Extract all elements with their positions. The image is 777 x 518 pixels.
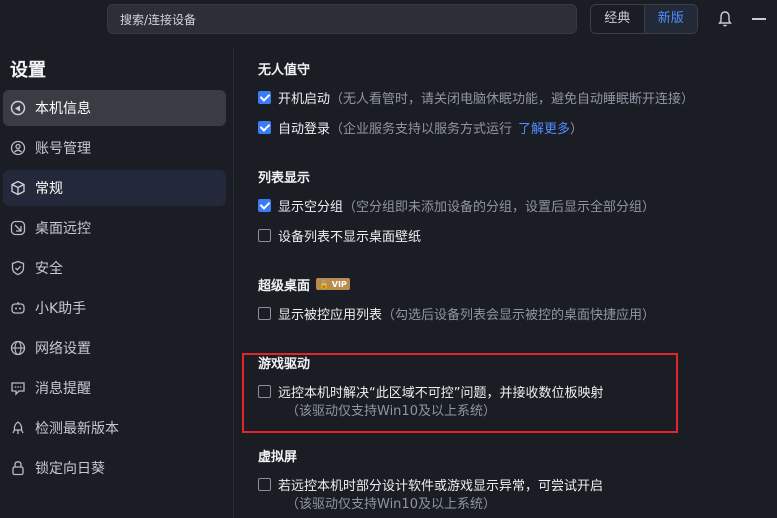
auto-login-checkbox[interactable] <box>258 120 271 134</box>
sidebar-item-label: 网络设置 <box>35 341 91 357</box>
globe-icon <box>9 339 27 357</box>
sidebar-item-label: 消息提醒 <box>35 381 91 397</box>
sidebar-item-general[interactable]: 常规 <box>3 170 226 206</box>
option-hint: （勾选后设备列表会显示被控的桌面快捷应用） <box>382 307 656 323</box>
hide-wallpaper-option[interactable]: 设备列表不显示桌面壁纸 <box>258 224 768 246</box>
section-unattended: 无人值守 开机启动 （无人看管时，请关闭电脑休眠功能，避免自动睡眠断开连接） 自… <box>258 58 768 138</box>
sidebar-item-notifications[interactable]: 消息提醒 <box>3 370 226 406</box>
settings-content: 无人值守 开机启动 （无人看管时，请关闭电脑休眠功能，避免自动睡眠断开连接） 自… <box>258 58 768 512</box>
user-icon <box>9 139 27 157</box>
section-title: 超级桌面 <box>258 278 311 294</box>
show-empty-group-option[interactable]: 显示空分组 （空分组即未添加设备的分组，设置后显示全部分组） <box>258 194 768 216</box>
sidebar-item-label: 账号管理 <box>35 141 91 157</box>
sidebar-divider <box>233 48 234 518</box>
section-title: 虚拟屏 <box>258 449 298 465</box>
bell-icon[interactable] <box>717 10 733 28</box>
update-icon <box>9 419 27 437</box>
option-hint-close: ） <box>570 121 584 137</box>
option-hint: （企业服务支持以服务方式运行 <box>330 121 513 137</box>
sidebar-item-network[interactable]: 网络设置 <box>3 330 226 366</box>
settings-title: 设置 <box>10 60 46 81</box>
section-virtual-screen: 虚拟屏 若远控本机时部分设计软件或游戏显示异常，可尝试开启 （该驱动仅支持Win… <box>258 445 768 512</box>
virtual-screen-option[interactable]: 若远控本机时部分设计软件或游戏显示异常，可尝试开启 <box>258 473 768 495</box>
message-icon <box>9 379 27 397</box>
sidebar-item-label: 桌面远控 <box>35 221 91 237</box>
sidebar-item-label: 安全 <box>35 261 63 277</box>
option-note: （该驱动仅支持Win10及以上系统） <box>286 497 496 512</box>
show-apps-checkbox[interactable] <box>258 306 271 320</box>
option-hint: （空分组即未添加设备的分组，设置后显示全部分组） <box>343 199 656 215</box>
highlight-box <box>242 353 678 433</box>
sidebar: 本机信息 账号管理 常规 桌面远控 安全 小K助手 网络设置 消息提醒 检测最新… <box>0 90 232 490</box>
section-title: 列表显示 <box>258 170 311 186</box>
cube-icon <box>9 179 27 197</box>
boot-start-option[interactable]: 开机启动 （无人看管时，请关闭电脑休眠功能，避免自动睡眠断开连接） <box>258 86 768 108</box>
sidebar-item-label: 锁定向日葵 <box>35 461 105 477</box>
robot-icon <box>9 299 27 317</box>
section-title-row: 超级桌面 🔒 VIP <box>258 274 768 294</box>
sidebar-item-account[interactable]: 账号管理 <box>3 130 226 166</box>
virtual-screen-checkbox[interactable] <box>258 477 271 491</box>
option-label: 若远控本机时部分设计软件或游戏显示异常，可尝试开启 <box>278 478 604 494</box>
option-label: 显示被控应用列表 <box>278 307 383 323</box>
sidebar-item-label: 本机信息 <box>35 101 91 117</box>
shield-icon <box>9 259 27 277</box>
option-label: 开机启动 <box>278 91 331 107</box>
auto-login-option[interactable]: 自动登录 （企业服务支持以服务方式运行 了解更多 ） <box>258 116 768 138</box>
section-title: 无人值守 <box>258 62 311 78</box>
sidebar-item-lock[interactable]: 锁定向日葵 <box>3 450 226 486</box>
minimize-icon[interactable] <box>752 18 766 20</box>
version-classic-tab[interactable]: 经典 <box>591 5 644 33</box>
lock-icon <box>9 459 27 477</box>
sidebar-item-label: 小K助手 <box>35 301 87 317</box>
monitor-icon <box>9 99 27 117</box>
sidebar-item-security[interactable]: 安全 <box>3 250 226 286</box>
version-new-tab[interactable]: 新版 <box>643 5 697 33</box>
vip-badge-label: VIP <box>331 279 347 289</box>
learn-more-link[interactable]: 了解更多 <box>518 118 570 137</box>
remote-icon <box>9 219 27 237</box>
option-label: 显示空分组 <box>278 199 344 215</box>
version-switch: 经典 新版 <box>590 4 698 34</box>
show-empty-group-checkbox[interactable] <box>258 198 271 212</box>
sidebar-item-label: 常规 <box>35 181 63 197</box>
section-list-display: 列表显示 显示空分组 （空分组即未添加设备的分组，设置后显示全部分组） 设备列表… <box>258 166 768 246</box>
sidebar-item-device-info[interactable]: 本机信息 <box>3 90 226 126</box>
vip-badge: 🔒 VIP <box>316 278 350 290</box>
sidebar-item-label: 检测最新版本 <box>35 421 119 437</box>
hide-wallpaper-checkbox[interactable] <box>258 228 271 242</box>
sidebar-item-remote-desktop[interactable]: 桌面远控 <box>3 210 226 246</box>
sidebar-item-assistant[interactable]: 小K助手 <box>3 290 226 326</box>
boot-start-checkbox[interactable] <box>258 90 271 104</box>
search-input[interactable]: 搜索/连接设备 <box>107 4 577 34</box>
option-label: 自动登录 <box>278 121 331 137</box>
section-super-desktop: 超级桌面 🔒 VIP 显示被控应用列表 （勾选后设备列表会显示被控的桌面快捷应用… <box>258 274 768 324</box>
show-apps-option[interactable]: 显示被控应用列表 （勾选后设备列表会显示被控的桌面快捷应用） <box>258 302 768 324</box>
option-hint: （无人看管时，请关闭电脑休眠功能，避免自动睡眠断开连接） <box>330 91 695 107</box>
sidebar-item-check-update[interactable]: 检测最新版本 <box>3 410 226 446</box>
option-label: 设备列表不显示桌面壁纸 <box>278 229 422 245</box>
